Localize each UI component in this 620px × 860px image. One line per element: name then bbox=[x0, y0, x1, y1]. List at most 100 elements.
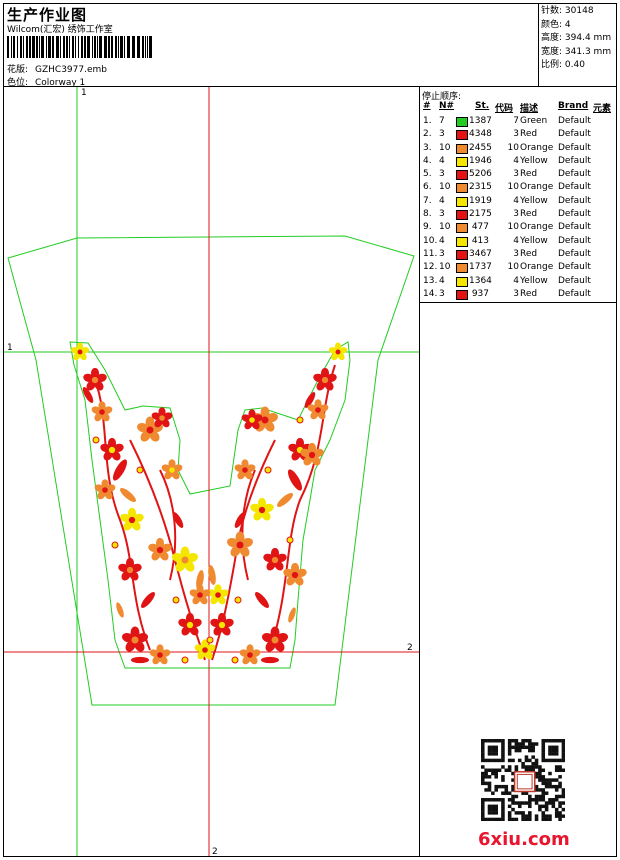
thread-row: 10. 4 413 4 Yellow Default bbox=[421, 235, 617, 248]
row-needle: 4 bbox=[439, 235, 445, 246]
row-brand: Default bbox=[558, 169, 591, 180]
row-index: 9. bbox=[423, 222, 432, 233]
thread-row: 7. 4 1919 4 Yellow Default bbox=[421, 195, 617, 208]
row-code: 4 bbox=[513, 235, 519, 246]
thread-row: 9. 10 477 10 Orange Default bbox=[421, 221, 617, 234]
thread-table-header: # N# St. 代码 描述 Brand 元素 bbox=[421, 101, 617, 114]
stat-height: 高度: 394.4 mm bbox=[541, 33, 612, 43]
row-needle: 4 bbox=[439, 275, 445, 286]
row-index: 14. bbox=[423, 288, 438, 299]
guide-label-h2: 2 bbox=[407, 643, 413, 653]
thread-row: 13. 4 1364 4 Yellow Default bbox=[421, 275, 617, 288]
row-brand: Default bbox=[558, 235, 591, 246]
row-index: 13. bbox=[423, 275, 438, 286]
row-index: 2. bbox=[423, 129, 432, 140]
row-index: 8. bbox=[423, 209, 432, 220]
embroidery-outline bbox=[69, 341, 351, 669]
row-brand: Default bbox=[558, 275, 591, 286]
row-code: 10 bbox=[507, 182, 519, 193]
color-swatch bbox=[456, 249, 468, 260]
row-stitches: 1919 bbox=[469, 195, 492, 206]
color-swatch bbox=[456, 143, 468, 154]
row-needle: 3 bbox=[439, 288, 445, 299]
guide-label-v1: 1 bbox=[81, 88, 87, 98]
stat-scale: 比例: 0.40 bbox=[541, 60, 585, 70]
row-stitches: 477 bbox=[471, 222, 489, 233]
row-description: Orange bbox=[520, 222, 554, 233]
color-swatch bbox=[456, 196, 468, 207]
thread-row: 8. 3 2175 3 Red Default bbox=[421, 208, 617, 221]
stat-width: 宽度: 341.3 mm bbox=[541, 46, 612, 57]
row-description: Red bbox=[520, 129, 538, 140]
design-line: 花版: GZHC3977.emb bbox=[7, 62, 107, 75]
color-swatch bbox=[456, 223, 468, 234]
row-needle: 3 bbox=[439, 248, 445, 259]
row-needle: 10 bbox=[439, 262, 451, 273]
row-brand: Default bbox=[558, 262, 591, 273]
row-stitches: 2455 bbox=[469, 142, 492, 153]
row-code: 3 bbox=[513, 169, 519, 180]
row-code: 10 bbox=[507, 262, 519, 273]
thread-row: 12. 10 1737 10 Orange Default bbox=[421, 261, 617, 274]
row-code: 3 bbox=[513, 248, 519, 259]
row-stitches: 1364 bbox=[469, 275, 492, 286]
color-swatch bbox=[456, 289, 468, 300]
row-index: 5. bbox=[423, 169, 432, 180]
garment-outline bbox=[7, 235, 415, 706]
row-brand: Default bbox=[558, 248, 591, 259]
row-brand: Default bbox=[558, 182, 591, 193]
color-swatch bbox=[456, 130, 468, 141]
row-needle: 7 bbox=[439, 116, 445, 126]
row-stitches: 937 bbox=[471, 288, 489, 299]
row-stitches: 3467 bbox=[469, 248, 492, 259]
row-index: 7. bbox=[423, 195, 432, 206]
design-canvas bbox=[4, 87, 419, 856]
row-brand: Default bbox=[558, 288, 591, 299]
row-brand: Default bbox=[558, 155, 591, 166]
row-code: 7 bbox=[513, 116, 519, 126]
color-swatch bbox=[456, 276, 468, 287]
row-stitches: 5206 bbox=[469, 169, 492, 180]
stat-colors: 颜色: 4 bbox=[541, 19, 571, 30]
row-code: 3 bbox=[513, 209, 519, 220]
row-stitches: 1946 bbox=[469, 155, 492, 166]
sequence-divider bbox=[419, 302, 617, 303]
header-num: # bbox=[423, 101, 431, 111]
color-swatch bbox=[456, 263, 468, 274]
row-description: Green bbox=[520, 116, 548, 126]
row-brand: Default bbox=[558, 142, 591, 153]
color-swatch bbox=[456, 210, 468, 221]
row-index: 11. bbox=[423, 248, 438, 259]
color-swatch bbox=[456, 183, 468, 194]
thread-row: 2. 3 4348 3 Red Default bbox=[421, 128, 617, 141]
row-stitches: 4348 bbox=[469, 129, 492, 140]
row-code: 10 bbox=[507, 222, 519, 233]
header-element: 元素 bbox=[593, 104, 612, 114]
design-value: GZHC3977.emb bbox=[35, 65, 107, 75]
row-index: 10. bbox=[423, 235, 438, 246]
row-code: 3 bbox=[513, 288, 519, 299]
row-index: 12. bbox=[423, 262, 438, 273]
company-name: Wilcom(汇宏) 绣饰工作室 bbox=[7, 25, 113, 35]
design-label: 花版: bbox=[7, 65, 29, 75]
thread-row: 3. 10 2455 10 Orange Default bbox=[421, 142, 617, 155]
row-index: 1. bbox=[423, 116, 432, 126]
panel-divider bbox=[419, 86, 420, 857]
row-description: Orange bbox=[520, 142, 554, 153]
row-description: Yellow bbox=[520, 275, 548, 286]
row-stitches: 413 bbox=[471, 235, 489, 246]
thread-row: 14. 3 937 3 Red Default bbox=[421, 288, 617, 301]
row-stitches: 1737 bbox=[469, 262, 492, 273]
row-needle: 3 bbox=[439, 169, 445, 180]
row-description: Orange bbox=[520, 182, 554, 193]
row-needle: 10 bbox=[439, 222, 451, 233]
row-index: 6. bbox=[423, 182, 432, 193]
row-needle: 4 bbox=[439, 195, 445, 206]
guide-label-v2: 2 bbox=[212, 847, 218, 857]
row-stitches: 1387 bbox=[469, 116, 492, 126]
stat-stitches: 针数: 30148 bbox=[541, 6, 594, 16]
row-code: 4 bbox=[513, 275, 519, 286]
color-swatch bbox=[456, 236, 468, 247]
row-description: Red bbox=[520, 288, 538, 299]
row-brand: Default bbox=[558, 116, 591, 126]
